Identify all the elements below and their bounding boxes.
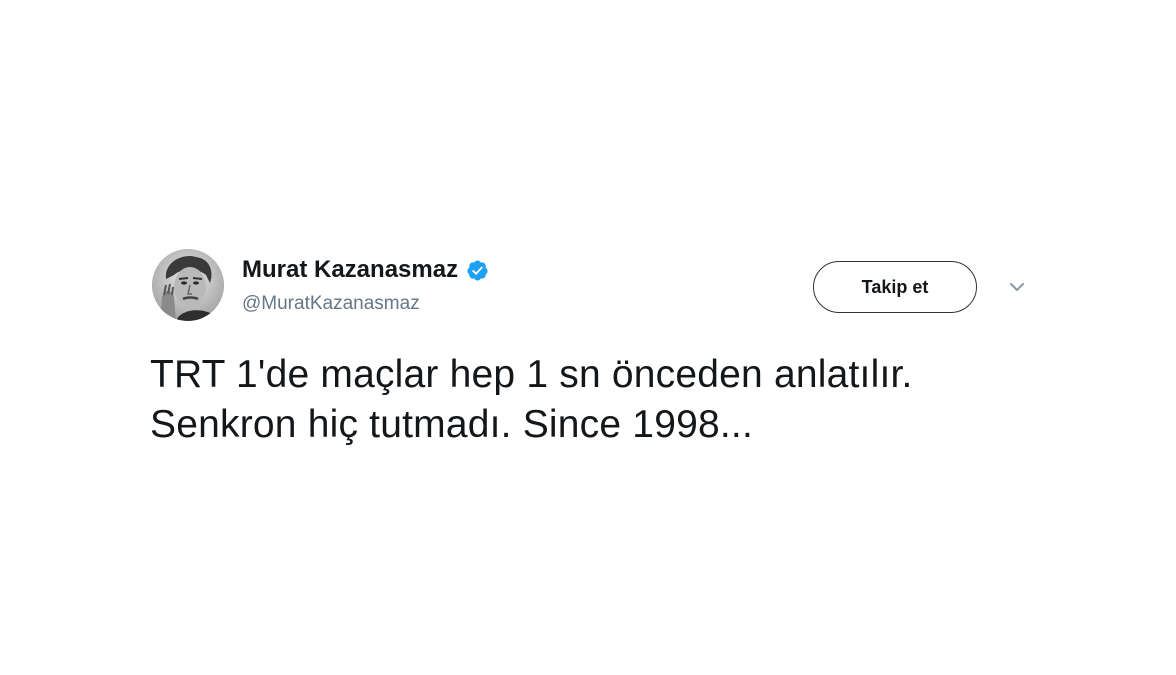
author-handle[interactable]: @MuratKazanasmaz [242,293,420,315]
tweet-card: Murat Kazanasmaz @MuratKazanasmaz Takip … [0,0,1176,675]
tweet-text-line: TRT 1'de maçlar hep 1 sn önceden anlatıl… [150,353,913,396]
author-display-name[interactable]: Murat Kazanasmaz [242,256,458,284]
profile-photo-icon [152,249,224,321]
tweet-text: TRT 1'de maçlar hep 1 sn önceden anlatıl… [150,350,1070,450]
verified-badge-icon [466,259,489,282]
avatar[interactable] [152,249,224,321]
tweet-text-line: Senkron hiç tutmadı. Since 1998... [150,403,753,446]
chevron-down-icon[interactable] [1007,279,1027,295]
author-name-row: Murat Kazanasmaz [242,255,489,285]
follow-button[interactable]: Takip et [813,261,977,313]
